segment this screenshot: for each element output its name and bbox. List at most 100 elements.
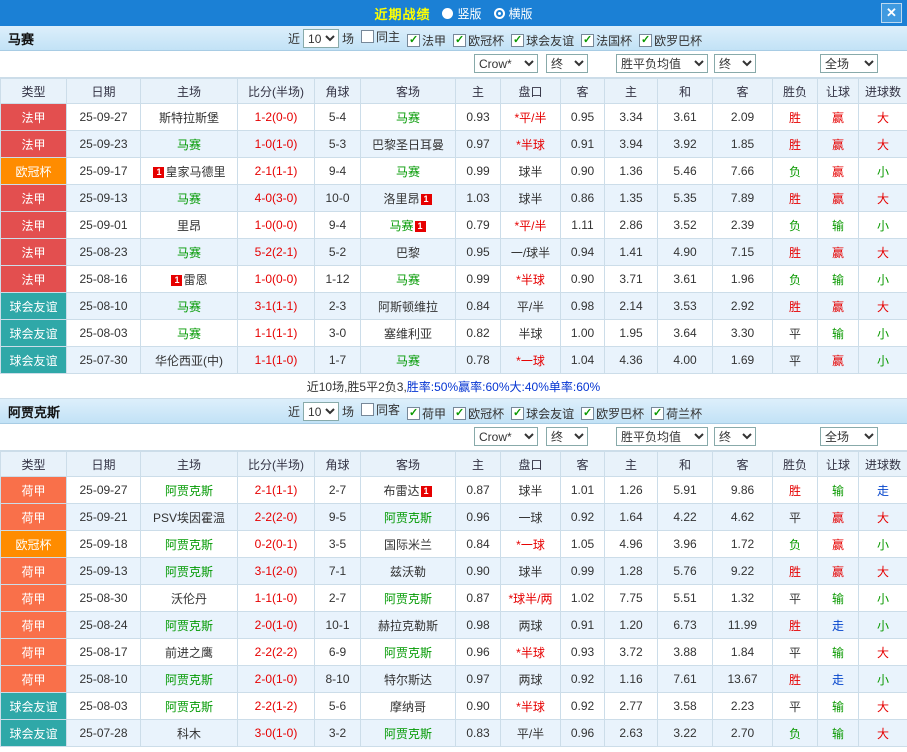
filter-label: 法甲 xyxy=(422,32,446,49)
away-odds-cell: 1.02 xyxy=(561,585,605,612)
checkbox-icon[interactable]: ✓ xyxy=(581,34,594,47)
date-cell: 25-09-23 xyxy=(67,131,141,158)
date-cell: 25-08-24 xyxy=(67,612,141,639)
avg-home-cell: 2.63 xyxy=(605,720,658,747)
checkbox-icon[interactable]: ✓ xyxy=(651,407,664,420)
odds-select-0[interactable]: Crow* xyxy=(474,54,538,73)
odds-select-0[interactable]: Crow* xyxy=(474,427,538,446)
column-header-row: 类型 日期 主场 比分(半场) 角球 客场 主 盘口 客 主 和 客 胜负 让球… xyxy=(1,79,907,104)
handicap-result-cell: 赢 xyxy=(818,293,859,320)
league-badge: 球会友谊 xyxy=(1,347,67,374)
checkbox-icon[interactable]: ✓ xyxy=(453,407,466,420)
odds-select-2[interactable]: 胜平负均值 xyxy=(616,427,708,446)
handicap-result-cell: 输 xyxy=(818,320,859,347)
corner-cell: 6-9 xyxy=(315,639,361,666)
filter-checked[interactable]: ✓欧罗巴杯 xyxy=(639,32,702,49)
avg-home-cell: 2.77 xyxy=(605,693,658,720)
away-odds-cell: 0.91 xyxy=(561,612,605,639)
date-cell: 25-09-17 xyxy=(67,158,141,185)
odds-select-2[interactable]: 胜平负均值 xyxy=(616,54,708,73)
result-cell: 胜 xyxy=(773,293,818,320)
odds-select-3[interactable]: 终 xyxy=(714,427,756,446)
home-odds-cell: 0.87 xyxy=(456,477,501,504)
handicap-cell: *球半/两 xyxy=(501,585,561,612)
score-cell: 1-0(0-0) xyxy=(238,266,315,293)
filter-checked[interactable]: ✓法甲 xyxy=(407,32,446,49)
avg-draw-cell: 4.90 xyxy=(658,239,713,266)
goals-cell: 大 xyxy=(859,293,907,320)
filter-checked[interactable]: ✓荷兰杯 xyxy=(651,405,702,422)
red-card-badge: 1 xyxy=(421,486,432,497)
filter-unchecked[interactable]: 同客 xyxy=(361,401,400,418)
match-count-select[interactable]: 10 xyxy=(303,29,339,48)
handicap-result-cell: 赢 xyxy=(818,558,859,585)
filter-checked[interactable]: ✓球会友谊 xyxy=(511,405,574,422)
col-date: 日期 xyxy=(67,79,141,104)
odds-select-4[interactable]: 全场 xyxy=(820,427,878,446)
match-count-select[interactable]: 10 xyxy=(303,402,339,421)
team-name: 摩纳哥 xyxy=(390,700,426,714)
focus-team-name: 阿贾克斯 xyxy=(384,646,432,660)
checkbox-icon[interactable] xyxy=(361,30,374,43)
odds-select-4[interactable]: 全场 xyxy=(820,54,878,73)
checkbox-icon[interactable]: ✓ xyxy=(511,34,524,47)
filter-checked[interactable]: ✓法国杯 xyxy=(581,32,632,49)
filter-label: 欧罗巴杯 xyxy=(654,32,702,49)
red-card-badge: 1 xyxy=(153,167,164,178)
checkbox-icon[interactable]: ✓ xyxy=(581,407,594,420)
score-cell: 4-0(3-0) xyxy=(238,185,315,212)
checkbox-icon[interactable]: ✓ xyxy=(511,407,524,420)
handicap-result-cell: 赢 xyxy=(818,347,859,374)
goals-cell: 大 xyxy=(859,131,907,158)
score-cell: 2-2(2-2) xyxy=(238,639,315,666)
layout-horizontal-option[interactable]: 横版 xyxy=(494,5,533,22)
odds-select-3[interactable]: 终 xyxy=(714,54,756,73)
home-odds-cell: 0.95 xyxy=(456,239,501,266)
date-cell: 25-08-10 xyxy=(67,293,141,320)
team-name: 塞维利亚 xyxy=(384,327,432,341)
checkbox-icon[interactable]: ✓ xyxy=(407,407,420,420)
filter-label: 球会友谊 xyxy=(526,405,574,422)
close-button[interactable]: ✕ xyxy=(881,3,902,23)
filter-checked[interactable]: ✓欧罗巴杯 xyxy=(581,405,644,422)
league-badge: 欧冠杯 xyxy=(1,158,67,185)
filter-checked[interactable]: ✓荷甲 xyxy=(407,405,446,422)
filter-label: 欧冠杯 xyxy=(468,32,504,49)
league-badge: 法甲 xyxy=(1,185,67,212)
filter-checked[interactable]: ✓欧冠杯 xyxy=(453,405,504,422)
odds-select-1[interactable]: 终 xyxy=(546,427,588,446)
match-row: 荷甲25-08-30沃伦丹1-1(1-0)2-7阿贾克斯0.87*球半/两1.0… xyxy=(1,585,907,612)
checkbox-icon[interactable]: ✓ xyxy=(407,34,420,47)
league-badge: 荷甲 xyxy=(1,477,67,504)
radio-horizontal-icon[interactable] xyxy=(494,8,505,19)
filter-checked[interactable]: ✓欧冠杯 xyxy=(453,32,504,49)
home-team-cell: 沃伦丹 xyxy=(141,585,238,612)
away-odds-cell: 0.96 xyxy=(561,720,605,747)
away-team-cell: 马赛 xyxy=(361,266,456,293)
col-avg-draw: 和 xyxy=(658,452,713,477)
odds-select-1[interactable]: 终 xyxy=(546,54,588,73)
checkbox-icon[interactable] xyxy=(361,403,374,416)
home-team-cell: 马赛 xyxy=(141,320,238,347)
filter-checked[interactable]: ✓球会友谊 xyxy=(511,32,574,49)
team-name: 布雷达 xyxy=(383,484,419,498)
league-badge: 荷甲 xyxy=(1,612,67,639)
team-name: 赫拉克勒斯 xyxy=(378,619,438,633)
focus-team-name: 阿贾克斯 xyxy=(165,619,213,633)
avg-away-cell: 13.67 xyxy=(713,666,773,693)
handicap-result-cell: 输 xyxy=(818,266,859,293)
home-team-cell: 阿贾克斯 xyxy=(141,531,238,558)
col-handicap-result: 让球 xyxy=(818,79,859,104)
away-odds-cell: 0.92 xyxy=(561,666,605,693)
radio-vertical-icon[interactable] xyxy=(442,8,453,19)
avg-home-cell: 1.16 xyxy=(605,666,658,693)
col-away-odds: 客 xyxy=(561,79,605,104)
checkbox-icon[interactable]: ✓ xyxy=(453,34,466,47)
corner-cell: 9-5 xyxy=(315,504,361,531)
avg-away-cell: 3.30 xyxy=(713,320,773,347)
col-score: 比分(半场) xyxy=(238,452,315,477)
layout-vertical-option[interactable]: 竖版 xyxy=(442,5,481,22)
filter-unchecked[interactable]: 同主 xyxy=(361,28,400,45)
checkbox-icon[interactable]: ✓ xyxy=(639,34,652,47)
match-row: 法甲25-09-13马赛4-0(3-0)10-0洛里昂11.03球半0.861.… xyxy=(1,185,907,212)
